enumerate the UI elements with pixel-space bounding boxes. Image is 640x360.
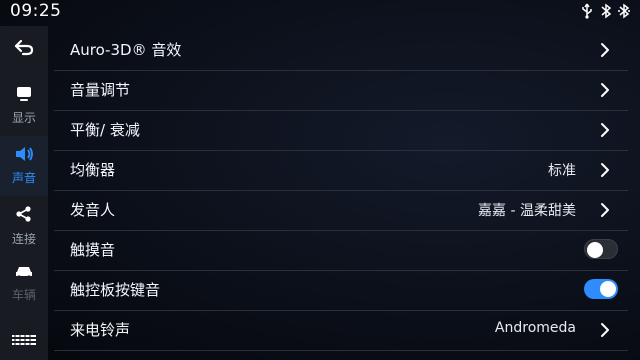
setting-title: 平衡/ 衰减 <box>70 121 140 139</box>
sidebar-item-label: 连接 <box>11 232 36 246</box>
setting-row-ringtone[interactable]: 来电铃声 Andromeda <box>54 310 628 351</box>
setting-value: Andromeda <box>494 320 576 336</box>
setting-value: 嘉嘉 - 温柔甜美 <box>478 203 576 219</box>
sound-settings-list: Auro-3D® 音效 音量调节 平衡/ 衰减 均衡器 标准 发音人 嘉嘉 - … <box>54 30 628 360</box>
setting-row-touch-sound: 触摸音 <box>54 230 628 271</box>
chevron-right-icon <box>596 121 614 139</box>
setting-title: 音量调节 <box>70 81 131 99</box>
setting-title: 均衡器 <box>70 161 116 179</box>
bluetooth-icon <box>600 3 612 19</box>
setting-row-balance[interactable]: 平衡/ 衰减 <box>54 110 628 151</box>
setting-value: 标准 <box>548 163 576 179</box>
status-bar: 09:25 <box>0 0 640 24</box>
chevron-right-icon <box>596 321 614 339</box>
bluetooth-connected-icon <box>618 3 630 19</box>
chevron-right-icon <box>596 201 614 219</box>
back-button[interactable] <box>0 32 48 68</box>
sidebar: 显示 声音 连接 车辆 <box>0 26 48 360</box>
sidebar-item-display[interactable]: 显示 <box>0 76 48 136</box>
setting-title: 触摸音 <box>70 241 116 259</box>
setting-row-auro3d[interactable]: Auro-3D® 音效 <box>54 30 628 71</box>
grid-menu-button[interactable] <box>0 331 48 350</box>
sidebar-item-label: 车辆 <box>11 288 36 302</box>
setting-title: Auro-3D® 音效 <box>70 41 182 59</box>
sidebar-item-label: 显示 <box>11 111 36 125</box>
sidebar-item-label: 声音 <box>11 171 36 185</box>
back-arrow-icon <box>13 39 35 61</box>
display-icon <box>15 86 33 106</box>
setting-row-volume[interactable]: 音量调节 <box>54 70 628 111</box>
sidebar-item-connect[interactable]: 连接 <box>0 196 48 256</box>
touchpad-key-sound-toggle[interactable] <box>584 279 618 299</box>
touch-sound-toggle[interactable] <box>584 239 618 259</box>
chevron-right-icon <box>596 41 614 59</box>
toggle-knob <box>587 242 603 258</box>
sidebar-item-vehicle[interactable]: 车辆 <box>0 256 48 311</box>
setting-row-equalizer[interactable]: 均衡器 标准 <box>54 150 628 191</box>
setting-title: 触控板按键音 <box>70 281 161 299</box>
sidebar-item-sound[interactable]: 声音 <box>0 136 48 196</box>
setting-row-touchpad-sound: 触控板按键音 <box>54 270 628 311</box>
share-icon <box>15 205 33 227</box>
chevron-right-icon <box>596 81 614 99</box>
grid-menu-icon <box>11 331 37 350</box>
setting-title: 发音人 <box>70 201 116 219</box>
status-icons <box>580 3 630 19</box>
chevron-right-icon <box>596 161 614 179</box>
car-icon <box>14 264 34 283</box>
setting-title: 来电铃声 <box>70 321 131 339</box>
toggle-knob <box>600 281 616 297</box>
setting-row-voice[interactable]: 发音人 嘉嘉 - 温柔甜美 <box>54 190 628 231</box>
speaker-icon <box>14 146 34 166</box>
usb-icon <box>580 3 594 19</box>
clock: 09:25 <box>10 1 62 21</box>
